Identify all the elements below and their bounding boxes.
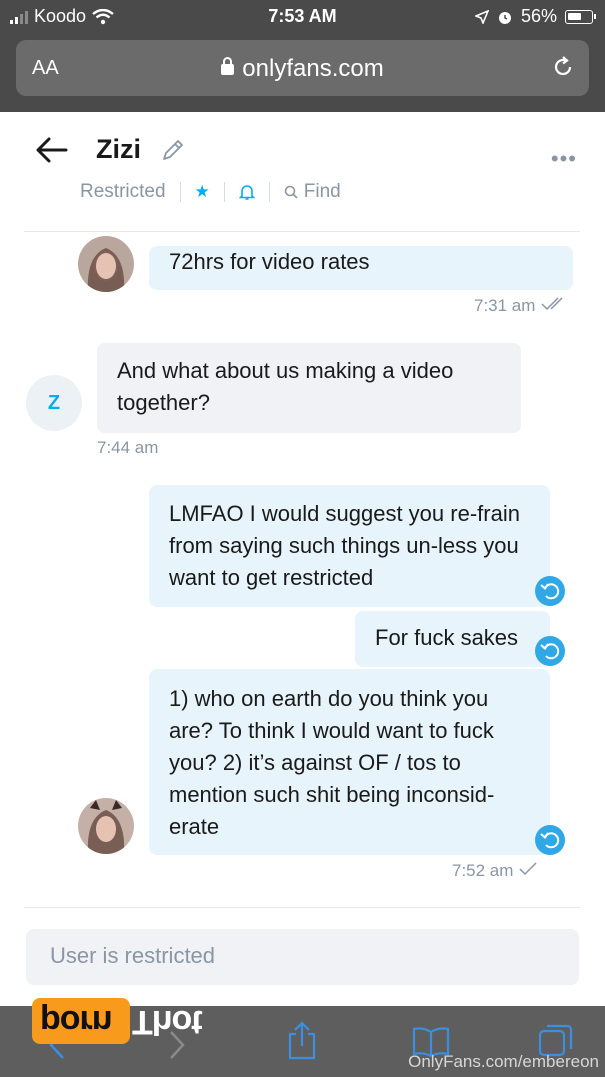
composer-divider [24, 907, 580, 908]
avatar[interactable] [78, 236, 134, 292]
undo-icon[interactable] [535, 825, 565, 855]
message-bubble[interactable]: 1) who on earth do you think you are? To… [149, 669, 550, 855]
browser-chrome: AA onlyfans.com [0, 36, 605, 112]
undo-icon[interactable] [535, 576, 565, 606]
divider [223, 182, 225, 202]
alarm-icon [498, 11, 511, 24]
avatar[interactable] [78, 798, 134, 854]
location-icon [474, 9, 489, 24]
status-bar: Koodo 7:53 AM 56% [0, 0, 605, 36]
message-timestamp: 7:44 am [97, 438, 159, 457]
avatar[interactable]: Z [26, 375, 82, 431]
lock-icon [221, 57, 235, 75]
divider [179, 182, 181, 202]
restricted-label[interactable]: Restricted [80, 181, 166, 203]
address-bar[interactable]: AA onlyfans.com [16, 40, 589, 96]
battery-icon [565, 9, 596, 24]
divider [268, 182, 270, 202]
check-icon [519, 862, 537, 876]
edit-pencil-icon[interactable] [160, 137, 186, 163]
message-bubble[interactable]: And what about us making a video togethe… [97, 343, 521, 433]
message-text: 1) who on earth do you think you are? To… [169, 686, 495, 839]
logo-text-thot: Thot [132, 1003, 202, 1041]
find-label: Find [303, 181, 341, 202]
search-icon [284, 185, 298, 199]
chat-header: Zizi ••• Restricted ★ Find [0, 112, 605, 232]
undo-icon[interactable] [535, 636, 565, 666]
logo-text-porn: porn [40, 1003, 112, 1041]
chat-subbar: Restricted ★ Find [80, 181, 341, 203]
url-display[interactable]: onlyfans.com [16, 55, 589, 83]
bell-icon[interactable] [238, 183, 255, 201]
double-check-icon [541, 297, 563, 311]
message-bubble[interactable]: 72hrs for video rates [149, 246, 573, 290]
battery-percent: 56% [520, 6, 557, 26]
star-icon[interactable]: ★ [195, 182, 210, 202]
message-timestamp: 7:52 am [452, 861, 540, 881]
message-timestamp: 7:31 am [474, 296, 568, 316]
more-options-button[interactable]: ••• [551, 146, 577, 172]
url-text: onlyfans.com [242, 55, 384, 82]
site-logo: porn Thot [32, 996, 217, 1048]
back-arrow-icon[interactable] [36, 136, 68, 164]
message-text: 72hrs for video rates [169, 249, 370, 274]
message-input[interactable]: User is restricted [26, 929, 579, 985]
message-bubble[interactable]: For fuck sakes [355, 611, 550, 667]
message-text: And what about us making a video togethe… [117, 358, 454, 415]
message-text: For fuck sakes [375, 625, 519, 650]
message-text: LMFAO I would suggest you re-frain from … [169, 501, 520, 590]
reload-icon[interactable] [551, 55, 575, 79]
share-icon[interactable] [286, 1020, 318, 1060]
find-button[interactable]: Find [284, 181, 341, 203]
input-placeholder: User is restricted [50, 943, 216, 968]
header-divider [24, 231, 580, 232]
watermark: OnlyFans.com/embereon [408, 1052, 599, 1071]
message-bubble[interactable]: LMFAO I would suggest you re-frain from … [149, 485, 550, 607]
contact-name[interactable]: Zizi [96, 134, 141, 165]
